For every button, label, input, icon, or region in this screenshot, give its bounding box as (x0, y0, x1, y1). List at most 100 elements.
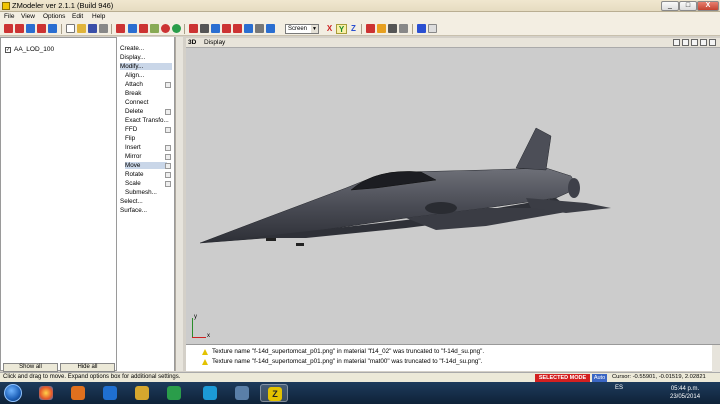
camera-icon[interactable] (388, 24, 397, 33)
snap-icon[interactable] (255, 24, 264, 33)
taskbar-app[interactable] (64, 384, 92, 402)
record-icon[interactable] (161, 24, 170, 33)
system-clock[interactable]: 05:44 p.m. 23/05/2014 (670, 385, 700, 401)
cmd-attach[interactable]: Attach (125, 81, 143, 88)
axis-x-button[interactable]: X (324, 24, 335, 34)
view-settings-icon[interactable] (709, 39, 716, 46)
selected-mode-badge[interactable]: SELECTED MODE (535, 374, 590, 382)
taskbar-app-active[interactable]: Z (260, 384, 288, 402)
filter-icon[interactable] (37, 24, 46, 33)
menu-options[interactable]: Options (43, 13, 65, 20)
cmd-select[interactable]: Select... (120, 198, 143, 205)
zoom-icon[interactable] (266, 24, 275, 33)
undo-icon[interactable] (116, 24, 125, 33)
hide-all-button[interactable]: Hide all (60, 363, 115, 372)
axis-z-button[interactable]: Z (348, 24, 359, 34)
arrow-up-icon[interactable] (417, 24, 426, 33)
close-button[interactable]: X (697, 1, 719, 11)
render-icon[interactable] (139, 24, 148, 33)
view-mode-select[interactable]: Screen ▼ (285, 24, 319, 34)
move-icon[interactable] (211, 24, 220, 33)
cmd-insert[interactable]: Insert (125, 144, 141, 151)
cmd-ffd[interactable]: FFD (125, 126, 137, 133)
globe-icon[interactable] (172, 24, 181, 33)
taskbar-app[interactable] (96, 384, 124, 402)
pointer-icon[interactable] (189, 24, 198, 33)
grid-icon[interactable] (200, 24, 209, 33)
aircraft-model[interactable] (186, 48, 720, 344)
menu-help[interactable]: Help (92, 13, 105, 20)
log-scrollbar[interactable] (712, 345, 720, 372)
cmd-create[interactable]: Create... (120, 45, 144, 52)
cmd-mirror[interactable]: Mirror (125, 153, 141, 160)
auto-badge[interactable]: Auto (592, 374, 607, 382)
cmd-surface[interactable]: Surface... (120, 207, 147, 214)
save-as-icon[interactable] (99, 24, 108, 33)
axis-y-button[interactable]: Y (336, 24, 347, 34)
minimize-button[interactable]: _ (661, 1, 679, 11)
cmd-exact-transform[interactable]: Exact Transfo... (125, 117, 169, 124)
cmd-connect[interactable]: Connect (125, 99, 148, 106)
menu-edit[interactable]: Edit (72, 13, 83, 20)
log-entry: Texture name "f-14d_supertomcat_p01.png"… (202, 348, 484, 355)
command-panel-scrollbar[interactable] (175, 37, 183, 371)
save-icon[interactable] (88, 24, 97, 33)
open-folder-icon[interactable] (77, 24, 86, 33)
select-arrow-icon[interactable] (4, 24, 13, 33)
tree-item[interactable]: ✓ AA_LOD_100 (5, 46, 54, 53)
dropdown-icon[interactable] (428, 24, 437, 33)
redo-icon[interactable] (128, 24, 137, 33)
language-indicator[interactable]: ES (615, 385, 623, 391)
window-title: ZModeler ver 2.1.1 (Build 946) (12, 1, 114, 10)
taskbar-app[interactable] (228, 384, 256, 402)
maximize-button[interactable]: □ (679, 1, 697, 11)
options-box[interactable] (165, 82, 171, 88)
material-icon[interactable] (399, 24, 408, 33)
hierarchy-icon[interactable] (48, 24, 57, 33)
zoom-icon[interactable] (673, 39, 680, 46)
options-box[interactable] (165, 181, 171, 187)
maximize-view-icon[interactable] (700, 39, 707, 46)
options-box[interactable] (165, 145, 171, 151)
options-box[interactable] (165, 109, 171, 115)
person-icon[interactable] (26, 24, 35, 33)
paint-icon[interactable] (366, 24, 375, 33)
scale-icon[interactable] (233, 24, 242, 33)
link-icon[interactable] (244, 24, 253, 33)
cmd-align[interactable]: Align... (125, 72, 144, 79)
cmd-scale[interactable]: Scale (125, 180, 141, 187)
menu-file[interactable]: File (4, 13, 14, 20)
viewport-3d[interactable]: y x (186, 48, 720, 344)
options-box[interactable] (165, 163, 171, 169)
cmd-flip[interactable]: Flip (125, 135, 135, 142)
new-file-icon[interactable] (66, 24, 75, 33)
menu-view[interactable]: View (21, 13, 35, 20)
taskbar-app[interactable] (128, 384, 156, 402)
rotate-icon[interactable] (222, 24, 231, 33)
options-box[interactable] (165, 172, 171, 178)
chevron-down-icon[interactable]: ▼ (311, 25, 318, 33)
light-icon[interactable] (377, 24, 386, 33)
toolbar: Screen ▼ X Y Z (0, 22, 720, 36)
visibility-checkbox[interactable]: ✓ (5, 46, 11, 53)
start-button[interactable] (4, 384, 22, 402)
options-box[interactable] (165, 127, 171, 133)
cmd-delete[interactable]: Delete (125, 108, 143, 115)
select-mode-icon[interactable] (15, 24, 24, 33)
cmd-submesh[interactable]: Submesh... (125, 189, 157, 196)
view-type-label[interactable]: 3D (188, 39, 196, 46)
cmd-break[interactable]: Break (125, 90, 141, 97)
orbit-icon[interactable] (691, 39, 698, 46)
cmd-display[interactable]: Display... (120, 54, 145, 61)
cmd-move[interactable]: Move (125, 162, 167, 169)
options-box[interactable] (165, 154, 171, 160)
cmd-rotate[interactable]: Rotate (125, 171, 144, 178)
view-name-label[interactable]: Display (204, 39, 225, 46)
taskbar-app[interactable] (160, 384, 188, 402)
pan-icon[interactable] (682, 39, 689, 46)
taskbar-app[interactable] (32, 384, 60, 402)
texture-icon[interactable] (150, 24, 159, 33)
cmd-modify[interactable]: Modify... (120, 63, 172, 70)
taskbar-app[interactable] (196, 384, 224, 402)
show-all-button[interactable]: Show all (3, 363, 58, 372)
